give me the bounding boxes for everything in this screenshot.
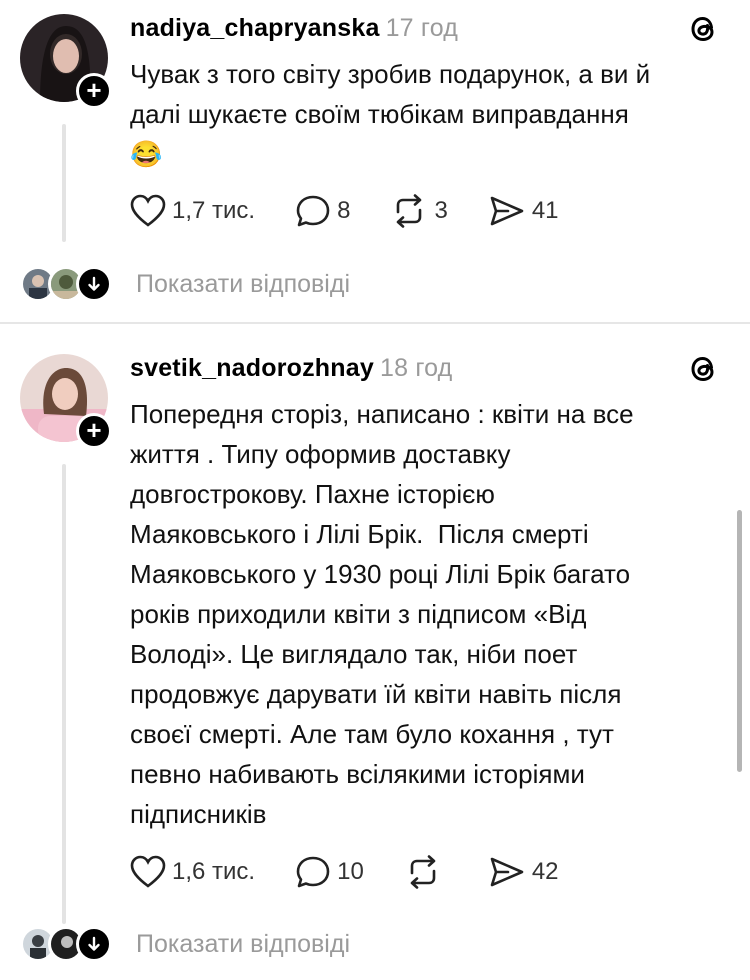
share-button[interactable]: 41 — [488, 194, 559, 228]
author: nadiya_chapryanska 17 год — [130, 14, 458, 43]
comment-count: 10 — [337, 858, 364, 885]
threads-logo-icon[interactable] — [686, 352, 720, 386]
show-replies[interactable]: Показати відповіді — [20, 924, 350, 964]
arrow-down-icon — [76, 926, 112, 962]
author: svetik_nadorozhnay 18 год — [130, 354, 452, 383]
share-send-icon — [490, 196, 524, 226]
share-count: 41 — [531, 197, 559, 224]
repost-icon — [397, 194, 422, 228]
like-count: 1,7 тис. — [172, 197, 256, 224]
comment-bubble-icon — [296, 856, 330, 888]
show-replies-label[interactable]: Показати відповіді — [136, 270, 350, 299]
scrollbar[interactable] — [737, 510, 742, 772]
comment-bubble-icon — [296, 195, 330, 227]
comment-count: 8 — [337, 197, 351, 224]
text-line: Маяковського і Лілі Брік. Після смерті — [130, 519, 589, 549]
text-line: підписників — [130, 799, 267, 829]
like-button[interactable]: 1,7 тис. — [130, 194, 255, 228]
thread-line — [62, 464, 66, 924]
action-bar: 1,6 тис. 10 42 — [130, 850, 599, 894]
comment-button[interactable]: 10 — [295, 855, 364, 889]
repost-button[interactable]: 3 — [390, 194, 448, 228]
like-button[interactable]: 1,6 тис. — [130, 855, 255, 889]
threads-logo-icon[interactable] — [686, 12, 720, 46]
post-text: Чувак з того світу зробив подарунок, а в… — [130, 54, 720, 174]
emoji: 😂 — [130, 139, 163, 169]
post-1: + nadiya_chapryanska 17 год Чувак з того … — [0, 0, 750, 320]
text-line: далі шукаєте своїм тюбікам виправдання — [130, 99, 629, 129]
show-replies-label[interactable]: Показати відповіді — [136, 930, 350, 959]
text-line: Попередня сторіз, написано : квіти на вс… — [130, 399, 634, 429]
text-line: певно набивають всілякими історіями — [130, 759, 585, 789]
follow-plus-icon[interactable]: + — [76, 73, 112, 109]
thread-line — [62, 124, 66, 242]
post-time: 18 год — [379, 354, 453, 382]
heart-icon — [130, 855, 166, 888]
username[interactable]: nadiya_chapryanska — [130, 14, 380, 42]
post-2: + svetik_nadorozhnay 18 год Попередня сто… — [0, 340, 750, 980]
share-count: 42 — [531, 858, 559, 885]
text-line: Маяковського у 1930 році Лілі Брік багат… — [130, 559, 631, 589]
show-replies[interactable]: Показати відповіді — [20, 264, 350, 304]
arrow-down-icon — [76, 266, 112, 302]
post-divider — [0, 322, 750, 324]
share-button[interactable]: 42 — [488, 855, 559, 889]
text-line: Чувак з того світу зробив подарунок, а в… — [130, 59, 651, 89]
text-line: продовжує дарувати їй квіти навіть після — [130, 679, 622, 709]
repost-count: 3 — [434, 197, 448, 224]
repost-icon — [410, 855, 436, 889]
text-line: довгострокову. Пахне історією — [130, 479, 495, 509]
text-line: Володі». Це виглядало так, ніби поет — [130, 639, 578, 669]
share-send-icon — [490, 857, 524, 887]
post-text: Попередня сторіз, написано : квіти на вс… — [130, 394, 720, 834]
text-line: життя . Типу оформив доставку — [130, 439, 511, 469]
username[interactable]: svetik_nadorozhnay — [130, 354, 374, 382]
repost-button[interactable] — [404, 855, 448, 889]
text-line: своєї смерті. Але там було кохання , тут — [130, 719, 614, 749]
comment-button[interactable]: 8 — [295, 194, 350, 228]
like-count: 1,6 тис. — [172, 858, 256, 885]
post-time: 17 год — [385, 14, 459, 42]
heart-icon — [130, 194, 166, 227]
text-line: років приходили квіти з підписом «Від — [130, 599, 587, 629]
follow-plus-icon[interactable]: + — [76, 413, 112, 449]
action-bar: 1,7 тис. 8 3 41 — [130, 189, 599, 233]
